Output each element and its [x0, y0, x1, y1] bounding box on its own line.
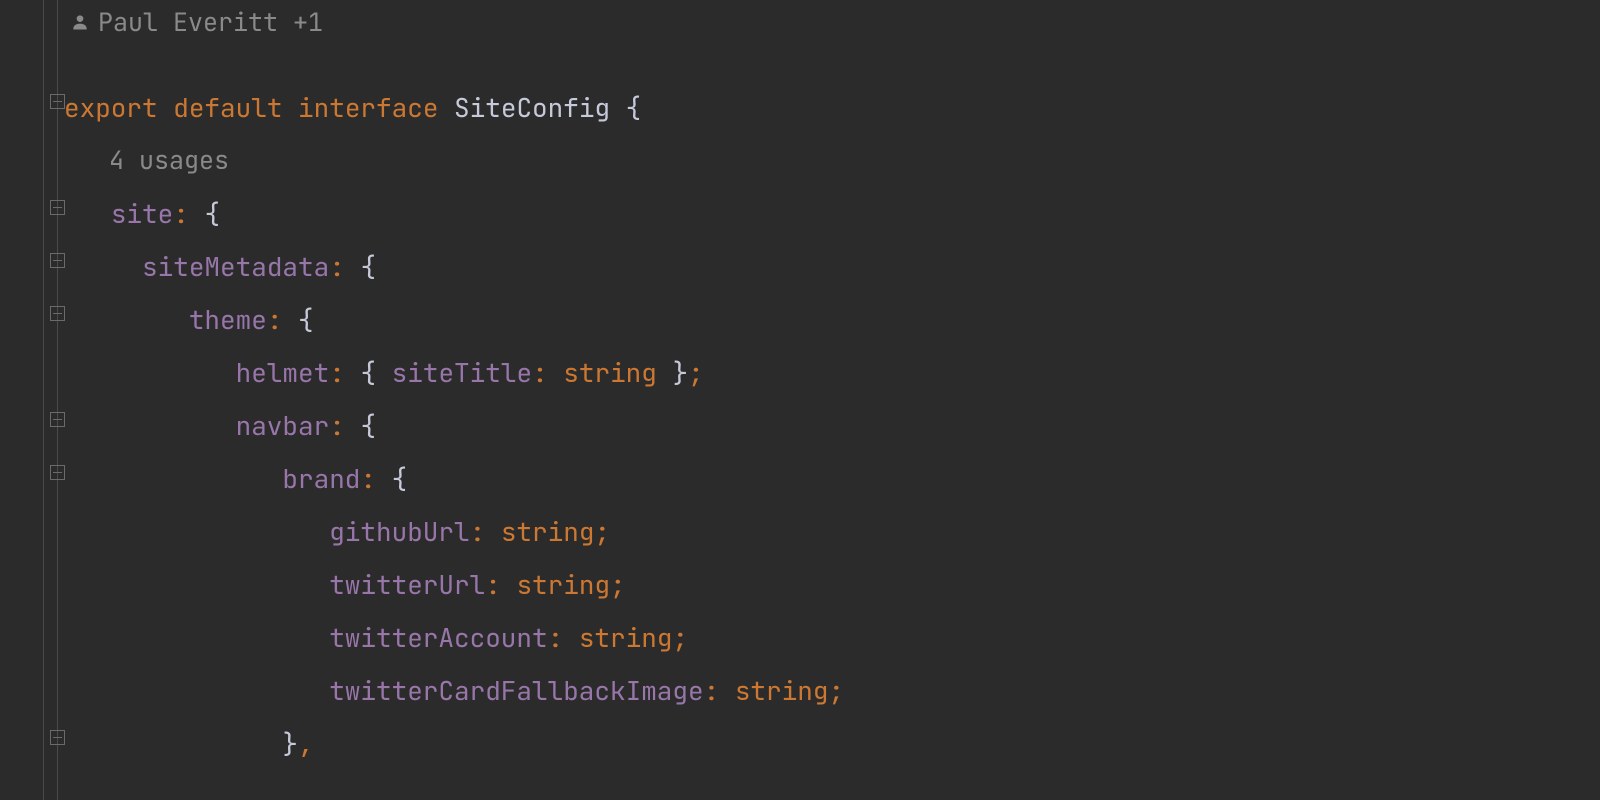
fold-toggle-icon[interactable]: [50, 94, 65, 109]
usages-hint[interactable]: 4 usages: [64, 134, 1600, 187]
prop-twitterurl: twitterUrl: [329, 567, 485, 602]
type-string: string: [563, 355, 657, 390]
fold-toggle-icon[interactable]: [50, 253, 65, 268]
keyword-export: export: [64, 90, 158, 125]
type-string: string: [501, 514, 595, 549]
fold-toggle-icon[interactable]: [50, 412, 65, 427]
prop-githuburl: githubUrl: [329, 514, 469, 549]
keyword-default: default: [173, 90, 282, 125]
type-string: string: [579, 620, 673, 655]
fold-toggle-icon[interactable]: [50, 730, 65, 745]
fold-toggle-icon[interactable]: [50, 200, 65, 215]
code-line[interactable]: theme: {: [64, 293, 1600, 346]
type-string: string: [735, 673, 829, 708]
keyword-interface: interface: [298, 90, 438, 125]
prop-brand: brand: [282, 461, 360, 496]
author-hint-text: Paul Everitt +1: [98, 5, 323, 39]
code-line[interactable]: githubUrl: string;: [64, 505, 1600, 558]
brace-open: {: [626, 90, 642, 125]
identifier-siteconfig: SiteConfig: [454, 90, 610, 125]
code-line[interactable]: twitterCardFallbackImage: string;: [64, 664, 1600, 717]
prop-twittercardfallbackimage: twitterCardFallbackImage: [329, 673, 703, 708]
gutter-divider: [43, 0, 44, 800]
prop-theme: theme: [189, 302, 267, 337]
code-line[interactable]: helmet: { siteTitle: string };: [64, 346, 1600, 399]
fold-toggle-icon[interactable]: [50, 306, 65, 321]
gutter: [0, 0, 64, 800]
code-area[interactable]: Paul Everitt +1 export default interface…: [64, 0, 1600, 800]
person-icon: [70, 12, 90, 32]
prop-helmet: helmet: [236, 355, 330, 390]
code-editor: Paul Everitt +1 export default interface…: [0, 0, 1600, 800]
prop-twitteraccount: twitterAccount: [329, 620, 547, 655]
fold-toggle-icon[interactable]: [50, 465, 65, 480]
author-hint[interactable]: Paul Everitt +1: [70, 0, 323, 48]
gutter-divider-2: [57, 0, 58, 800]
code-line[interactable]: siteMetadata: {: [64, 240, 1600, 293]
prop-navbar: navbar: [236, 408, 330, 443]
code-line[interactable]: navbar: {: [64, 399, 1600, 452]
prop-sitetitle: siteTitle: [392, 355, 532, 390]
usages-hint-text: 4 usages: [109, 143, 229, 177]
type-string: string: [516, 567, 610, 602]
code-line[interactable]: },: [64, 717, 1600, 770]
code-line[interactable]: brand: {: [64, 452, 1600, 505]
code-line[interactable]: export default interface SiteConfig {: [64, 81, 1600, 134]
code-line[interactable]: site: {: [64, 187, 1600, 240]
prop-sitemetadata: siteMetadata: [142, 249, 329, 284]
code-line[interactable]: twitterUrl: string;: [64, 558, 1600, 611]
prop-site: site: [111, 196, 173, 231]
code-line[interactable]: twitterAccount: string;: [64, 611, 1600, 664]
